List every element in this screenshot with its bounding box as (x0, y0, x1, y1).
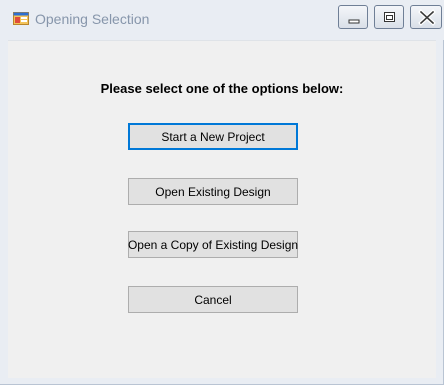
selection-prompt: Please select one of the options below: (100, 81, 344, 96)
open-copy-existing-design-button[interactable]: Open a Copy of Existing Design (128, 231, 298, 258)
close-icon (418, 9, 436, 26)
maximize-icon (384, 12, 395, 22)
opening-selection-window: Opening Selection Please select one of t… (0, 0, 444, 385)
window-title: Opening Selection (35, 11, 150, 27)
close-button[interactable] (410, 5, 442, 29)
minimize-button[interactable] (338, 5, 368, 29)
start-new-project-button[interactable]: Start a New Project (128, 123, 298, 150)
open-existing-design-button[interactable]: Open Existing Design (128, 178, 298, 205)
title-bar[interactable]: Opening Selection (0, 0, 444, 40)
minimize-icon (348, 19, 360, 24)
windows-form-icon (13, 11, 29, 27)
cancel-button[interactable]: Cancel (128, 286, 298, 313)
maximize-button[interactable] (374, 5, 404, 29)
dialog-client-area: Please select one of the options below: … (8, 40, 436, 378)
